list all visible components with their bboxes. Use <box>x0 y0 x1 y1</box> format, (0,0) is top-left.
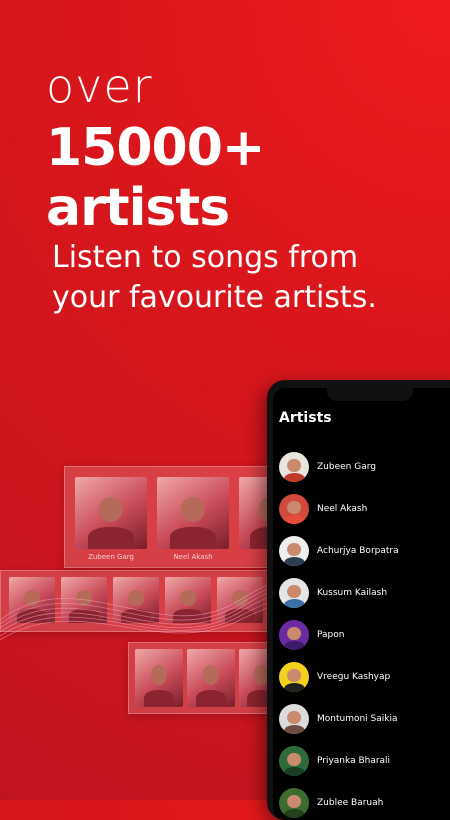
artist-name: Vreegu Kashyap <box>317 672 391 682</box>
artist-avatar <box>279 578 309 608</box>
artist-name: Papon <box>317 630 345 640</box>
collage-thumb <box>157 477 229 549</box>
artist-list: Zubeen Garg Neel Akash Achurjya Borpatra Ku… <box>279 446 450 820</box>
artist-list-item[interactable]: Neel Akash <box>279 488 450 530</box>
artist-name: Montumoni Saikia <box>317 714 398 724</box>
artists-screen-title: Artists <box>279 410 332 426</box>
artist-avatar <box>279 494 309 524</box>
artist-list-item[interactable]: Priyanka Bharali <box>279 740 450 782</box>
artist-avatar <box>279 746 309 776</box>
headline-artist-count: 15000+ artists <box>46 118 265 238</box>
artist-name: Priyanka Bharali <box>317 756 391 766</box>
artist-name: Kussum Kailash <box>317 588 388 598</box>
artist-name: Neel Akash <box>317 504 368 514</box>
artist-list-item[interactable]: Achurjya Borpatra <box>279 530 450 572</box>
artist-name: Achurjya Borpatra <box>317 546 399 556</box>
artist-avatar <box>279 620 309 650</box>
artist-avatar <box>279 662 309 692</box>
headline: over 15000+ artists <box>46 62 450 238</box>
headline-over: over <box>46 59 153 113</box>
tagline: Listen to songs from your favourite arti… <box>52 240 377 315</box>
phone-mockup: Artists Zubeen Garg Neel Akash Achurjya Bo… <box>267 380 450 820</box>
artist-list-item[interactable]: Zubeen Garg <box>279 446 450 488</box>
artist-name: Zubeen Garg <box>317 462 376 472</box>
artist-avatar <box>279 452 309 482</box>
artist-avatar <box>279 704 309 734</box>
phone-notch <box>327 388 413 401</box>
artist-list-item[interactable]: Vreegu Kashyap <box>279 656 450 698</box>
collage-thumb <box>75 477 147 549</box>
artist-list-item[interactable]: Kussum Kailash <box>279 572 450 614</box>
artist-list-item[interactable]: Montumoni Saikia <box>279 698 450 740</box>
artist-avatar <box>279 788 309 818</box>
artist-avatar <box>279 536 309 566</box>
artist-list-item[interactable]: Zublee Baruah <box>279 782 450 820</box>
artist-list-item[interactable]: Papon <box>279 614 450 656</box>
phone-screen: Artists Zubeen Garg Neel Akash Achurjya Bo… <box>273 388 450 820</box>
